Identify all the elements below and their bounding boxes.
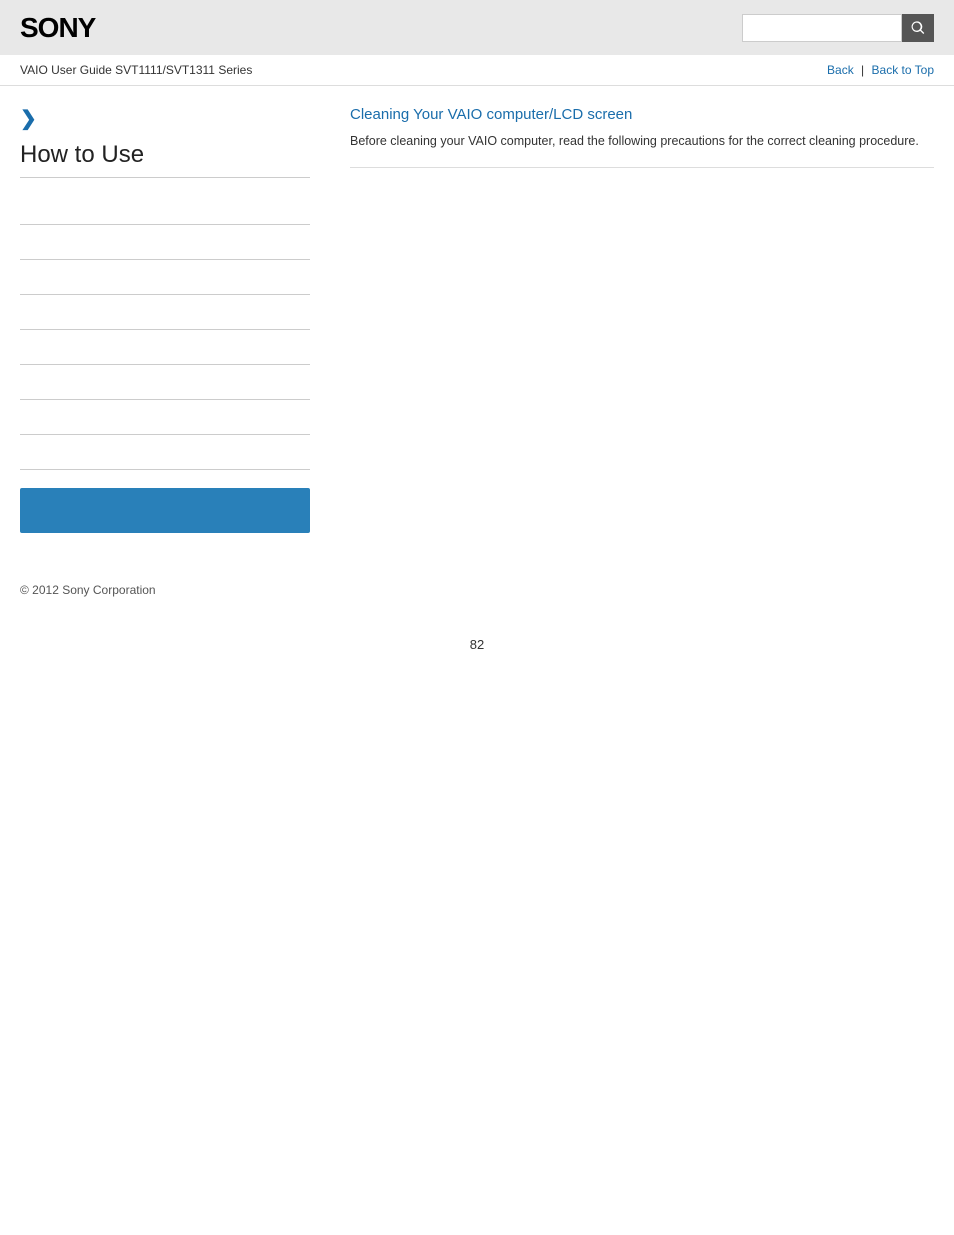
list-item (20, 260, 310, 295)
search-input[interactable] (742, 14, 902, 42)
sidebar-link-7[interactable] (20, 410, 310, 424)
sidebar-link-3[interactable] (20, 270, 310, 284)
sony-logo: SONY (20, 12, 95, 44)
footer: © 2012 Sony Corporation (0, 553, 954, 617)
nav-bar: VAIO User Guide SVT1111/SVT1311 Series B… (0, 55, 954, 86)
sidebar-link-2[interactable] (20, 235, 310, 249)
search-icon (910, 20, 926, 36)
search-button[interactable] (902, 14, 934, 42)
sidebar-link-4[interactable] (20, 305, 310, 319)
content-area: Cleaning Your VAIO computer/LCD screen B… (330, 106, 934, 533)
article-description: Before cleaning your VAIO computer, read… (350, 131, 934, 168)
list-item (20, 435, 310, 470)
sidebar-link-6[interactable] (20, 375, 310, 389)
page-number: 82 (0, 617, 954, 672)
guide-title: VAIO User Guide SVT1111/SVT1311 Series (20, 63, 252, 77)
list-item (20, 225, 310, 260)
sidebar-link-8[interactable] (20, 445, 310, 459)
chevron-icon: ❯ (20, 106, 310, 131)
sidebar-blue-bar (20, 488, 310, 533)
sidebar: ❯ How to Use (20, 106, 330, 533)
article-title-link[interactable]: Cleaning Your VAIO computer/LCD screen (350, 106, 934, 123)
list-item (20, 365, 310, 400)
copyright-text: © 2012 Sony Corporation (20, 583, 934, 597)
nav-separator: | (861, 63, 864, 77)
sidebar-title: How to Use (20, 141, 310, 178)
search-container (742, 14, 934, 42)
main-content: ❯ How to Use (0, 86, 954, 553)
list-item (20, 330, 310, 365)
sidebar-link-5[interactable] (20, 340, 310, 354)
back-to-top-link[interactable]: Back to Top (872, 63, 934, 77)
sidebar-link-1[interactable] (20, 200, 310, 214)
list-item (20, 400, 310, 435)
list-item (20, 190, 310, 225)
list-item (20, 295, 310, 330)
back-link[interactable]: Back (827, 63, 854, 77)
nav-links: Back | Back to Top (827, 63, 934, 77)
sidebar-items (20, 190, 310, 470)
header: SONY (0, 0, 954, 55)
